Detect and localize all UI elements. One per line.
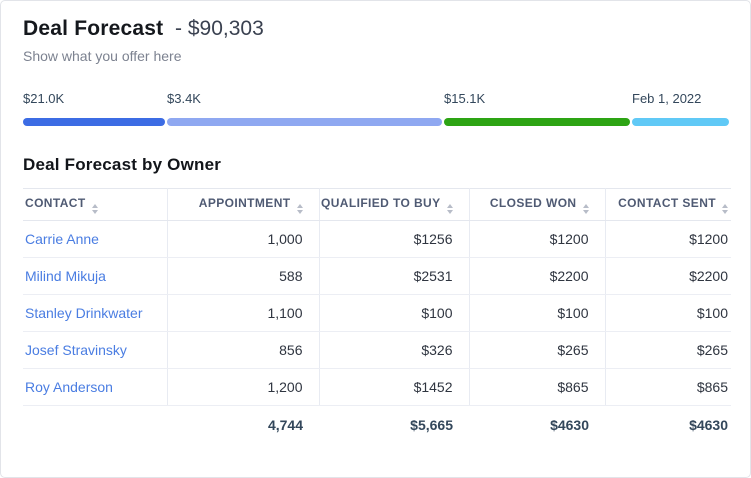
qualified-to-buy-cell: $1452 bbox=[319, 369, 469, 406]
table-row: Josef Stravinsky 856 $326 $265 $265 bbox=[23, 332, 731, 369]
totals-empty-cell bbox=[23, 406, 167, 445]
totals-closed-won: $4630 bbox=[469, 406, 605, 445]
qualified-to-buy-cell: $100 bbox=[319, 295, 469, 332]
contact-cell: Carrie Anne bbox=[23, 221, 167, 258]
funnel-label-stage1: $21.0K bbox=[23, 91, 64, 106]
forecast-funnel: $21.0K $3.4K $15.1K Feb 1, 2022 bbox=[23, 91, 728, 126]
closed-won-cell: $1200 bbox=[469, 221, 605, 258]
funnel-segment-1 bbox=[23, 118, 165, 126]
totals-qualified-to-buy: $5,665 bbox=[319, 406, 469, 445]
contact-link[interactable]: Carrie Anne bbox=[25, 231, 99, 247]
sort-icon[interactable] bbox=[722, 204, 728, 214]
column-header-contact[interactable]: CONTACT bbox=[23, 189, 167, 221]
appointment-cell: 1,000 bbox=[167, 221, 319, 258]
contact-sent-cell: $100 bbox=[605, 295, 731, 332]
funnel-segment-4 bbox=[632, 118, 729, 126]
column-header-qualified-to-buy[interactable]: QUALIFIED TO BUY bbox=[319, 189, 469, 221]
totals-contact-sent: $4630 bbox=[605, 406, 731, 445]
contact-link[interactable]: Stanley Drinkwater bbox=[25, 305, 143, 321]
qualified-to-buy-cell: $1256 bbox=[319, 221, 469, 258]
appointment-cell: 1,200 bbox=[167, 369, 319, 406]
page-title-amount: - $90,303 bbox=[169, 17, 264, 40]
contact-cell: Josef Stravinsky bbox=[23, 332, 167, 369]
deal-forecast-card: Deal Forecast - $90,303 Show what you of… bbox=[0, 0, 751, 478]
page-title-text: Deal Forecast bbox=[23, 17, 163, 40]
qualified-to-buy-cell: $2531 bbox=[319, 258, 469, 295]
closed-won-cell: $865 bbox=[469, 369, 605, 406]
closed-won-cell: $265 bbox=[469, 332, 605, 369]
funnel-label-date: Feb 1, 2022 bbox=[632, 91, 701, 106]
contact-sent-cell: $1200 bbox=[605, 221, 731, 258]
contact-sent-cell: $265 bbox=[605, 332, 731, 369]
contact-cell: Stanley Drinkwater bbox=[23, 295, 167, 332]
page-subtitle: Show what you offer here bbox=[23, 48, 728, 64]
table-row: Stanley Drinkwater 1,100 $100 $100 $100 bbox=[23, 295, 731, 332]
column-header-contact-sent[interactable]: CONTACT SENT bbox=[605, 189, 731, 221]
sort-icon[interactable] bbox=[447, 204, 453, 214]
column-header-closed-won[interactable]: CLOSED WON bbox=[469, 189, 605, 221]
contact-link[interactable]: Roy Anderson bbox=[25, 379, 113, 395]
totals-appointment: 4,744 bbox=[167, 406, 319, 445]
contact-sent-cell: $865 bbox=[605, 369, 731, 406]
appointment-cell: 856 bbox=[167, 332, 319, 369]
column-header-appointment[interactable]: APPOINTMENT bbox=[167, 189, 319, 221]
closed-won-cell: $2200 bbox=[469, 258, 605, 295]
table-row: Roy Anderson 1,200 $1452 $865 $865 bbox=[23, 369, 731, 406]
appointment-cell: 588 bbox=[167, 258, 319, 295]
contact-cell: Milind Mikuja bbox=[23, 258, 167, 295]
sort-icon[interactable] bbox=[583, 204, 589, 214]
funnel-segment-2 bbox=[167, 118, 442, 126]
funnel-labels: $21.0K $3.4K $15.1K Feb 1, 2022 bbox=[23, 91, 730, 107]
deal-forecast-table: CONTACT APPOINTMENT QUALIFIED TO BUY CLO… bbox=[23, 188, 731, 445]
qualified-to-buy-cell: $326 bbox=[319, 332, 469, 369]
funnel-segment-3 bbox=[444, 118, 630, 126]
funnel-label-stage2: $3.4K bbox=[167, 91, 201, 106]
contact-link[interactable]: Josef Stravinsky bbox=[25, 342, 127, 358]
table-row: Carrie Anne 1,000 $1256 $1200 $1200 bbox=[23, 221, 731, 258]
table-header-row: CONTACT APPOINTMENT QUALIFIED TO BUY CLO… bbox=[23, 189, 731, 221]
contact-link[interactable]: Milind Mikuja bbox=[25, 268, 106, 284]
appointment-cell: 1,100 bbox=[167, 295, 319, 332]
sort-icon[interactable] bbox=[297, 204, 303, 214]
sort-icon[interactable] bbox=[92, 204, 98, 214]
totals-row: 4,744 $5,665 $4630 $4630 bbox=[23, 406, 731, 445]
table-row: Milind Mikuja 588 $2531 $2200 $2200 bbox=[23, 258, 731, 295]
closed-won-cell: $100 bbox=[469, 295, 605, 332]
funnel-progress-bar bbox=[23, 118, 730, 126]
page-title: Deal Forecast - $90,303 bbox=[23, 14, 728, 44]
contact-sent-cell: $2200 bbox=[605, 258, 731, 295]
contact-cell: Roy Anderson bbox=[23, 369, 167, 406]
funnel-label-stage3: $15.1K bbox=[444, 91, 485, 106]
table-title: Deal Forecast by Owner bbox=[23, 155, 728, 175]
